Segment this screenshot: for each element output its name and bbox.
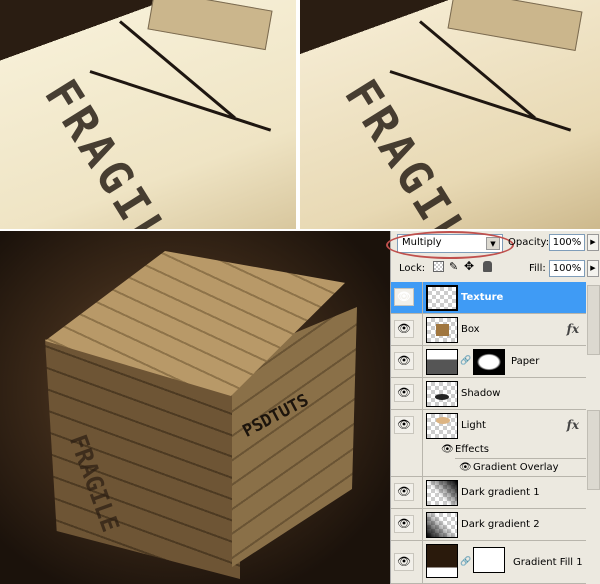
fill-label: Fill: bbox=[529, 263, 546, 274]
layer-thumbnail bbox=[426, 480, 458, 506]
eye-icon[interactable]: 👁 bbox=[459, 462, 472, 473]
layer-name: Dark gradient 2 bbox=[461, 519, 540, 530]
tree-branch bbox=[389, 70, 572, 132]
layer-dark-gradient-2[interactable]: 👁 Dark gradient 2 bbox=[391, 509, 586, 541]
eye-icon[interactable]: 👁 bbox=[394, 416, 414, 434]
layer-name: Paper bbox=[511, 356, 540, 367]
blend-mode-dropdown[interactable]: Multiply ▼ bbox=[397, 234, 503, 253]
layer-dark-gradient-1[interactable]: 👁 Dark gradient 1 bbox=[391, 477, 586, 509]
layers-panel: Multiply ▼ Opacity: 100% ▶ Lock: ✎ ✥ Fil… bbox=[386, 231, 600, 584]
crate-photo: PSDTUTS FRAGILE bbox=[0, 231, 390, 584]
fill-slider-button[interactable]: ▶ bbox=[587, 260, 599, 277]
eye-icon[interactable]: 👁 bbox=[394, 553, 414, 571]
lock-brush-icon[interactable]: ✎ bbox=[449, 260, 458, 273]
blend-row: Multiply ▼ Opacity: 100% ▶ bbox=[386, 231, 600, 259]
link-icon[interactable]: 🔗 bbox=[460, 356, 471, 366]
crate-lettering: FRAGILE bbox=[34, 70, 198, 229]
layer-name: Box bbox=[461, 324, 480, 335]
layers-scrollbar[interactable] bbox=[586, 282, 600, 584]
eye-icon[interactable]: 👁 bbox=[394, 288, 414, 306]
tree-branch bbox=[89, 70, 272, 132]
opacity-label: Opacity: bbox=[508, 237, 550, 248]
layer-texture[interactable]: 👁 Texture bbox=[391, 282, 586, 314]
layer-light[interactable]: 👁 Light fx 👁 Effects 👁 Gradient Overlay bbox=[391, 410, 586, 477]
lock-label: Lock: bbox=[399, 263, 426, 274]
crate-plank bbox=[147, 0, 273, 51]
eye-icon[interactable]: 👁 bbox=[394, 515, 414, 533]
effects-label[interactable]: Effects bbox=[455, 444, 489, 455]
layer-mask-thumbnail[interactable] bbox=[473, 547, 505, 573]
layer-thumbnail bbox=[426, 317, 458, 343]
layer-thumbnail bbox=[426, 512, 458, 538]
opacity-slider-button[interactable]: ▶ bbox=[587, 234, 599, 251]
detail-photo-after: FRAGILE bbox=[300, 0, 600, 229]
effect-gradient-overlay[interactable]: Gradient Overlay bbox=[473, 462, 559, 473]
blend-mode-value: Multiply bbox=[402, 237, 442, 248]
crate-plank bbox=[447, 0, 583, 51]
scrollbar-thumb[interactable] bbox=[587, 285, 600, 355]
crate-lettering: FRAGILE bbox=[334, 70, 498, 229]
layer-gradient-fill-1[interactable]: 👁 🔗 Gradient Fill 1 bbox=[391, 541, 586, 584]
eye-icon[interactable]: 👁 bbox=[394, 320, 414, 338]
eye-icon[interactable]: 👁 bbox=[394, 483, 414, 501]
layer-name: Dark gradient 1 bbox=[461, 487, 540, 498]
layer-thumbnail bbox=[426, 381, 458, 407]
lock-move-icon[interactable]: ✥ bbox=[464, 259, 474, 273]
layer-mask-thumbnail[interactable] bbox=[473, 349, 505, 375]
layer-thumbnail bbox=[426, 413, 458, 439]
lock-transparency-icon[interactable] bbox=[433, 261, 444, 272]
lock-all-icon[interactable] bbox=[483, 261, 492, 272]
scrollbar-thumb[interactable] bbox=[587, 410, 600, 490]
fx-icon[interactable]: fx bbox=[567, 418, 579, 432]
layer-box[interactable]: 👁 Box fx bbox=[391, 314, 586, 346]
layer-thumbnail bbox=[426, 285, 458, 311]
chevron-down-icon[interactable]: ▼ bbox=[486, 237, 500, 250]
opacity-input[interactable]: 100% bbox=[549, 234, 585, 251]
layer-shadow[interactable]: 👁 Shadow bbox=[391, 378, 586, 410]
fill-input[interactable]: 100% bbox=[549, 260, 585, 277]
layer-thumbnail bbox=[426, 349, 458, 375]
link-icon[interactable]: 🔗 bbox=[460, 557, 471, 567]
detail-photo-before: FRAGILE bbox=[0, 0, 296, 229]
layer-name: Shadow bbox=[461, 388, 501, 399]
eye-icon[interactable]: 👁 bbox=[394, 352, 414, 370]
eye-icon[interactable]: 👁 bbox=[394, 384, 414, 402]
eye-icon[interactable]: 👁 bbox=[441, 444, 454, 455]
lock-row: Lock: ✎ ✥ Fill: 100% ▶ bbox=[391, 258, 600, 282]
gradient-fill-thumbnail bbox=[426, 544, 458, 578]
layer-paper[interactable]: 👁 🔗 Paper bbox=[391, 346, 586, 378]
fx-icon[interactable]: fx bbox=[567, 322, 579, 336]
layer-name: Light bbox=[461, 420, 486, 431]
layer-name: Texture bbox=[461, 292, 504, 303]
layer-name: Gradient Fill 1 bbox=[513, 557, 583, 568]
